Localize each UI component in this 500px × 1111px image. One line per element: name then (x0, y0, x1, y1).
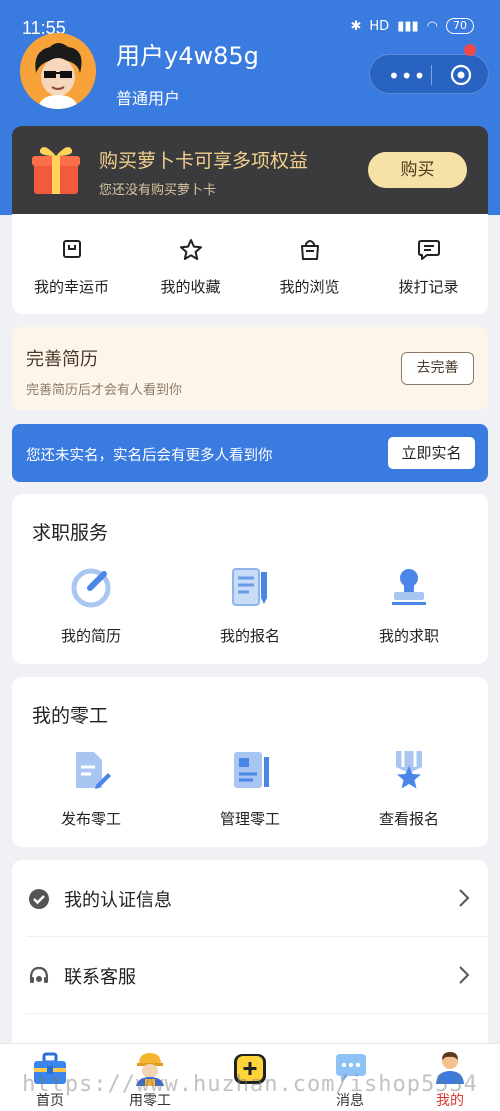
stamp-icon (330, 566, 488, 610)
signup-icon (171, 566, 329, 610)
service-my-applications[interactable]: 我的求职 (330, 566, 488, 646)
quick-actions: 我的幸运币 我的收藏 我的浏览 拨打记录 (12, 214, 488, 314)
user-type: 普通用户 (116, 89, 181, 108)
gig-label: 管理零工 (219, 810, 280, 828)
verify-realname-button[interactable]: 立即实名 (388, 437, 475, 469)
battery-icon: 70 (446, 18, 474, 34)
bag-icon (250, 238, 369, 264)
quick-item-label: 我的幸运币 (33, 278, 109, 296)
manage-icon (171, 749, 329, 793)
menu-divider (26, 1013, 488, 1014)
status-icons: ✱ HD ▮▮▮ ◠ 70 (350, 18, 474, 34)
quick-item-label: 拨打记录 (398, 278, 459, 296)
menu-item-certification[interactable]: 我的认证信息 (12, 860, 488, 936)
coin-icon (12, 238, 131, 264)
service-label: 我的求职 (378, 627, 439, 645)
buy-button[interactable]: 购买 (368, 152, 467, 188)
medal-icon (330, 749, 488, 793)
vip-card[interactable]: 购买萝卜卡可享多项权益 您还没有购买萝卜卡 购买 (12, 126, 488, 214)
gift-icon (30, 140, 82, 200)
resume-title: 完善简历 (26, 349, 98, 370)
resume-subtitle: 完善简历后才会有人看到你 (26, 383, 183, 398)
section-title: 求职服务 (32, 522, 109, 544)
resume-icon (12, 566, 170, 610)
service-label: 我的简历 (60, 627, 121, 645)
service-label: 我的报名 (219, 627, 280, 645)
service-my-signups[interactable]: 我的报名 (171, 566, 329, 646)
miniprogram-capsule: ••• (369, 54, 489, 94)
bluetooth-icon: ✱ (350, 18, 362, 34)
quick-item-label: 我的收藏 (160, 278, 221, 296)
message-icon (369, 238, 488, 264)
menu-item-customer-service[interactable]: 联系客服 (12, 937, 488, 1013)
service-my-resume[interactable]: 我的简历 (12, 566, 170, 646)
more-button[interactable]: ••• (388, 64, 426, 88)
signal-icon-2: ▮▮▮ (397, 18, 419, 34)
menu-label: 联系客服 (64, 967, 136, 988)
vip-title: 购买萝卜卡可享多项权益 (99, 150, 309, 172)
realname-text: 您还未实名，实名后会有更多人看到你 (26, 448, 273, 464)
menu-label: 我的认证信息 (64, 890, 172, 911)
job-services-card: 求职服务 我的简历 我的报名 我的求职 (12, 494, 488, 664)
gig-label: 查看报名 (378, 810, 439, 828)
wifi-icon: ◠ (426, 18, 438, 34)
avatar[interactable] (20, 33, 96, 109)
check-circle-icon (28, 888, 50, 914)
notification-dot (464, 44, 476, 56)
quick-item-coins[interactable]: 我的幸运币 (12, 238, 131, 297)
publish-icon (12, 749, 170, 793)
capsule-divider (431, 65, 432, 85)
complete-resume-button[interactable]: 去完善 (401, 352, 474, 385)
chevron-right-icon (458, 965, 470, 989)
gig-manage[interactable]: 管理零工 (171, 749, 329, 829)
star-icon (131, 238, 250, 264)
close-target-icon[interactable] (449, 63, 473, 91)
chevron-right-icon (458, 888, 470, 912)
quick-item-favorites[interactable]: 我的收藏 (131, 238, 250, 297)
section-title: 我的零工 (32, 705, 109, 727)
username: 用户y4w85g (116, 42, 259, 70)
gig-view-signups[interactable]: 查看报名 (330, 749, 488, 829)
quick-item-label: 我的浏览 (279, 278, 340, 296)
quick-item-call-log[interactable]: 拨打记录 (369, 238, 488, 297)
gig-label: 发布零工 (60, 810, 121, 828)
gig-publish[interactable]: 发布零工 (12, 749, 170, 829)
quick-item-history[interactable]: 我的浏览 (250, 238, 369, 297)
menu-list: 我的认证信息 联系客服 (12, 860, 488, 1050)
vip-subtitle: 您还没有购买萝卜卡 (99, 183, 217, 198)
gig-work-card: 我的零工 发布零工 管理零工 查看报名 (12, 677, 488, 847)
signal-icon: HD (369, 18, 390, 34)
resume-banner: 完善简历 完善简历后才会有人看到你 去完善 (12, 327, 488, 410)
headset-icon (28, 965, 50, 991)
realname-banner: 您还未实名，实名后会有更多人看到你 立即实名 (12, 424, 488, 482)
watermark: https://www.huzhan.com/ishop5534 (22, 1072, 478, 1097)
